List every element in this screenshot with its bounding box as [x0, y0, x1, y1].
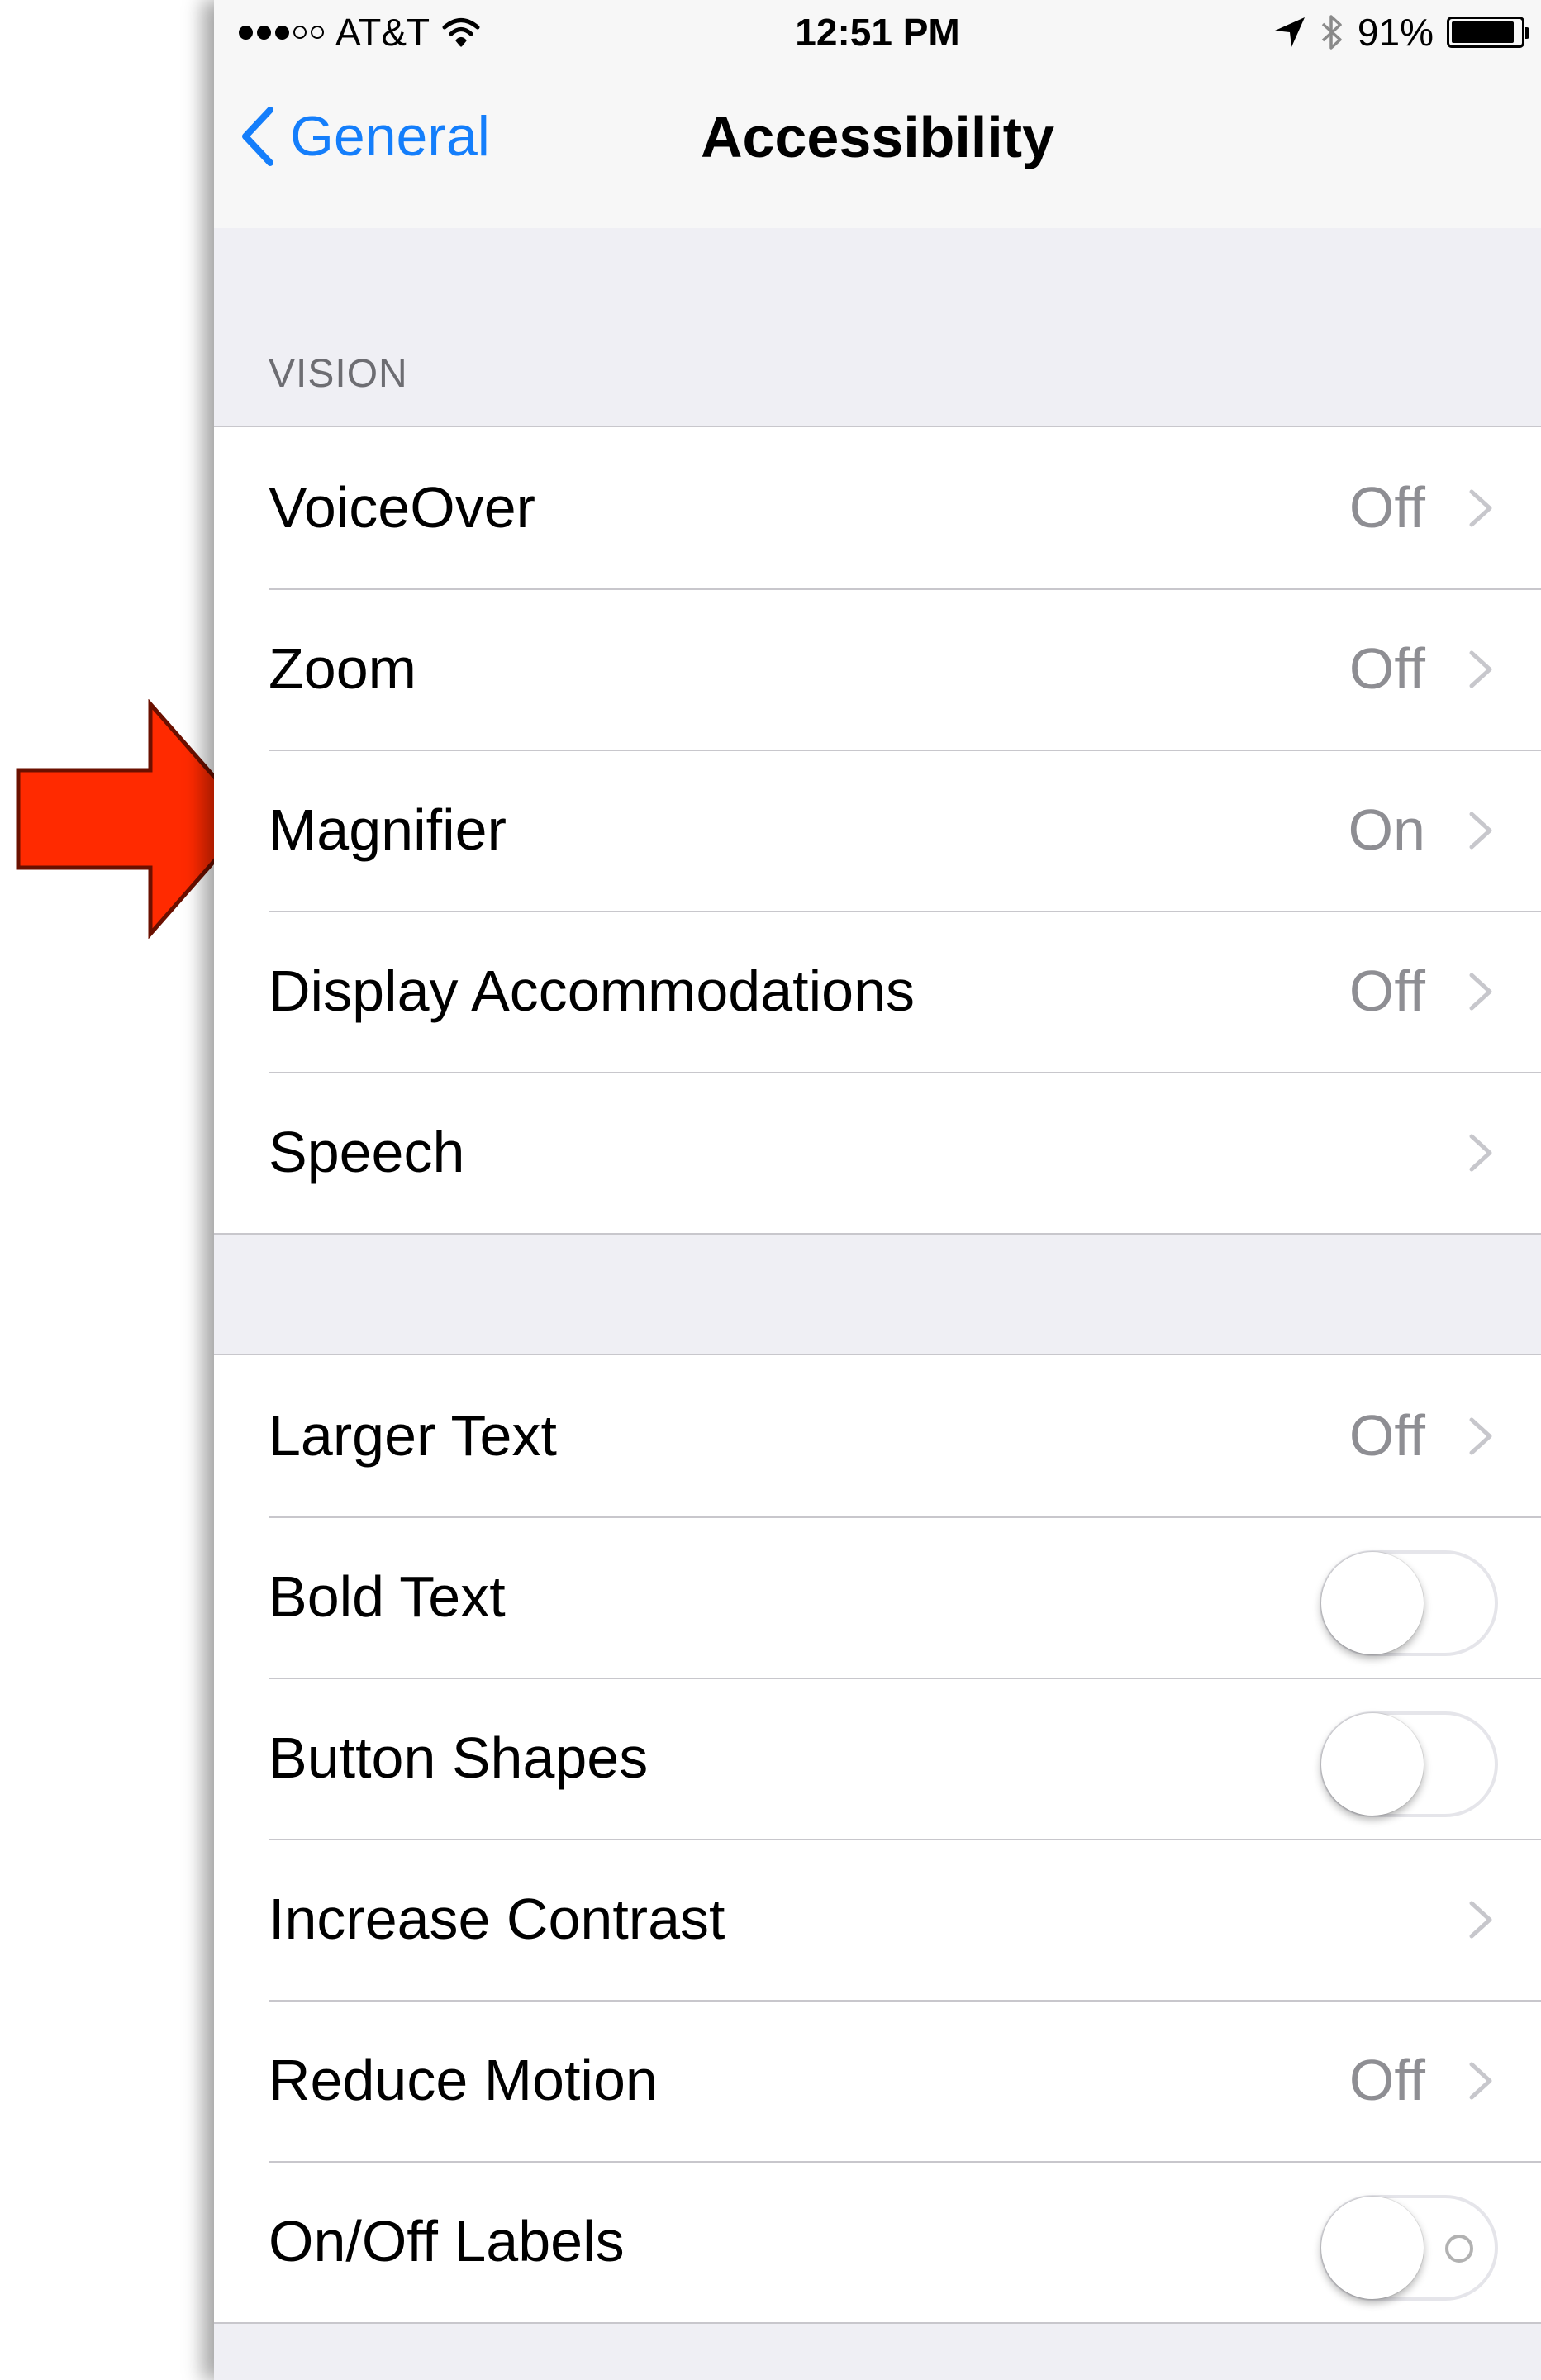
row-increase-contrast[interactable]: Increase Contrast	[214, 1839, 1541, 2000]
vision-group: VoiceOver Off Zoom Off Magnifier On Disp…	[214, 426, 1541, 1235]
row-value: Off	[1348, 1403, 1425, 1468]
chevron-right-icon	[1469, 1901, 1492, 1939]
row-button-shapes: Button Shapes	[214, 1678, 1541, 1839]
chevron-right-icon	[1469, 1134, 1492, 1172]
battery-percent: 91%	[1357, 11, 1434, 54]
row-label: VoiceOver	[269, 475, 535, 540]
battery-icon	[1447, 17, 1529, 48]
page: AT&T 12:51 PM 91% General Accessibility …	[0, 0, 1541, 2380]
section-header-vision: VISION	[269, 352, 408, 396]
row-reduce-motion[interactable]: Reduce Motion Off	[214, 2000, 1541, 2161]
row-bold-text: Bold Text	[214, 1516, 1541, 1678]
row-voiceover[interactable]: VoiceOver Off	[214, 427, 1541, 588]
row-value: Off	[1348, 636, 1425, 701]
row-value: On	[1348, 797, 1425, 862]
bluetooth-icon	[1321, 15, 1342, 50]
status-right: 91%	[1273, 10, 1529, 55]
phone-screen: AT&T 12:51 PM 91% General Accessibility …	[214, 0, 1541, 2380]
bold-text-toggle[interactable]	[1320, 1550, 1498, 1656]
battery-fill	[1452, 21, 1514, 43]
row-label: Reduce Motion	[269, 2048, 658, 2112]
row-label: Speech	[269, 1120, 465, 1184]
text-group: Larger Text Off Bold Text Button Shapes …	[214, 1354, 1541, 2324]
on-off-labels-toggle[interactable]	[1320, 2195, 1498, 2301]
location-arrow-icon	[1274, 17, 1305, 47]
chevron-right-icon	[1469, 973, 1492, 1011]
row-label: Button Shapes	[269, 1726, 649, 1790]
chevron-right-icon	[1469, 1417, 1492, 1455]
row-magnifier[interactable]: Magnifier On	[214, 750, 1541, 911]
status-bar: AT&T 12:51 PM 91%	[214, 0, 1541, 66]
row-larger-text[interactable]: Larger Text Off	[214, 1355, 1541, 1516]
chevron-right-icon	[1469, 650, 1492, 688]
toggle-knob	[1321, 1552, 1424, 1654]
navigation-bar: General Accessibility	[214, 66, 1541, 228]
row-on-off-labels: On/Off Labels	[214, 2161, 1541, 2322]
chevron-right-icon	[1469, 2062, 1492, 2100]
row-value: Off	[1348, 959, 1425, 1023]
row-value: Off	[1348, 2048, 1425, 2112]
row-zoom[interactable]: Zoom Off	[214, 588, 1541, 750]
row-label: Bold Text	[269, 1564, 506, 1629]
row-display-accommodations[interactable]: Display Accommodations Off	[214, 911, 1541, 1072]
row-label: Increase Contrast	[269, 1887, 725, 1951]
page-title: Accessibility	[701, 105, 1054, 169]
toggle-knob	[1321, 2197, 1424, 2299]
chevron-right-icon	[1469, 489, 1492, 527]
chevron-right-icon	[1469, 812, 1492, 850]
row-speech[interactable]: Speech	[214, 1072, 1541, 1233]
row-value: Off	[1348, 475, 1425, 540]
row-label: Display Accommodations	[269, 959, 915, 1023]
row-label: Larger Text	[269, 1403, 557, 1468]
row-label: On/Off Labels	[269, 2209, 625, 2273]
off-circle-icon	[1445, 2235, 1473, 2263]
row-label: Zoom	[269, 636, 416, 701]
toggle-knob	[1321, 1713, 1424, 1816]
button-shapes-toggle[interactable]	[1320, 1711, 1498, 1817]
row-label: Magnifier	[269, 797, 507, 862]
